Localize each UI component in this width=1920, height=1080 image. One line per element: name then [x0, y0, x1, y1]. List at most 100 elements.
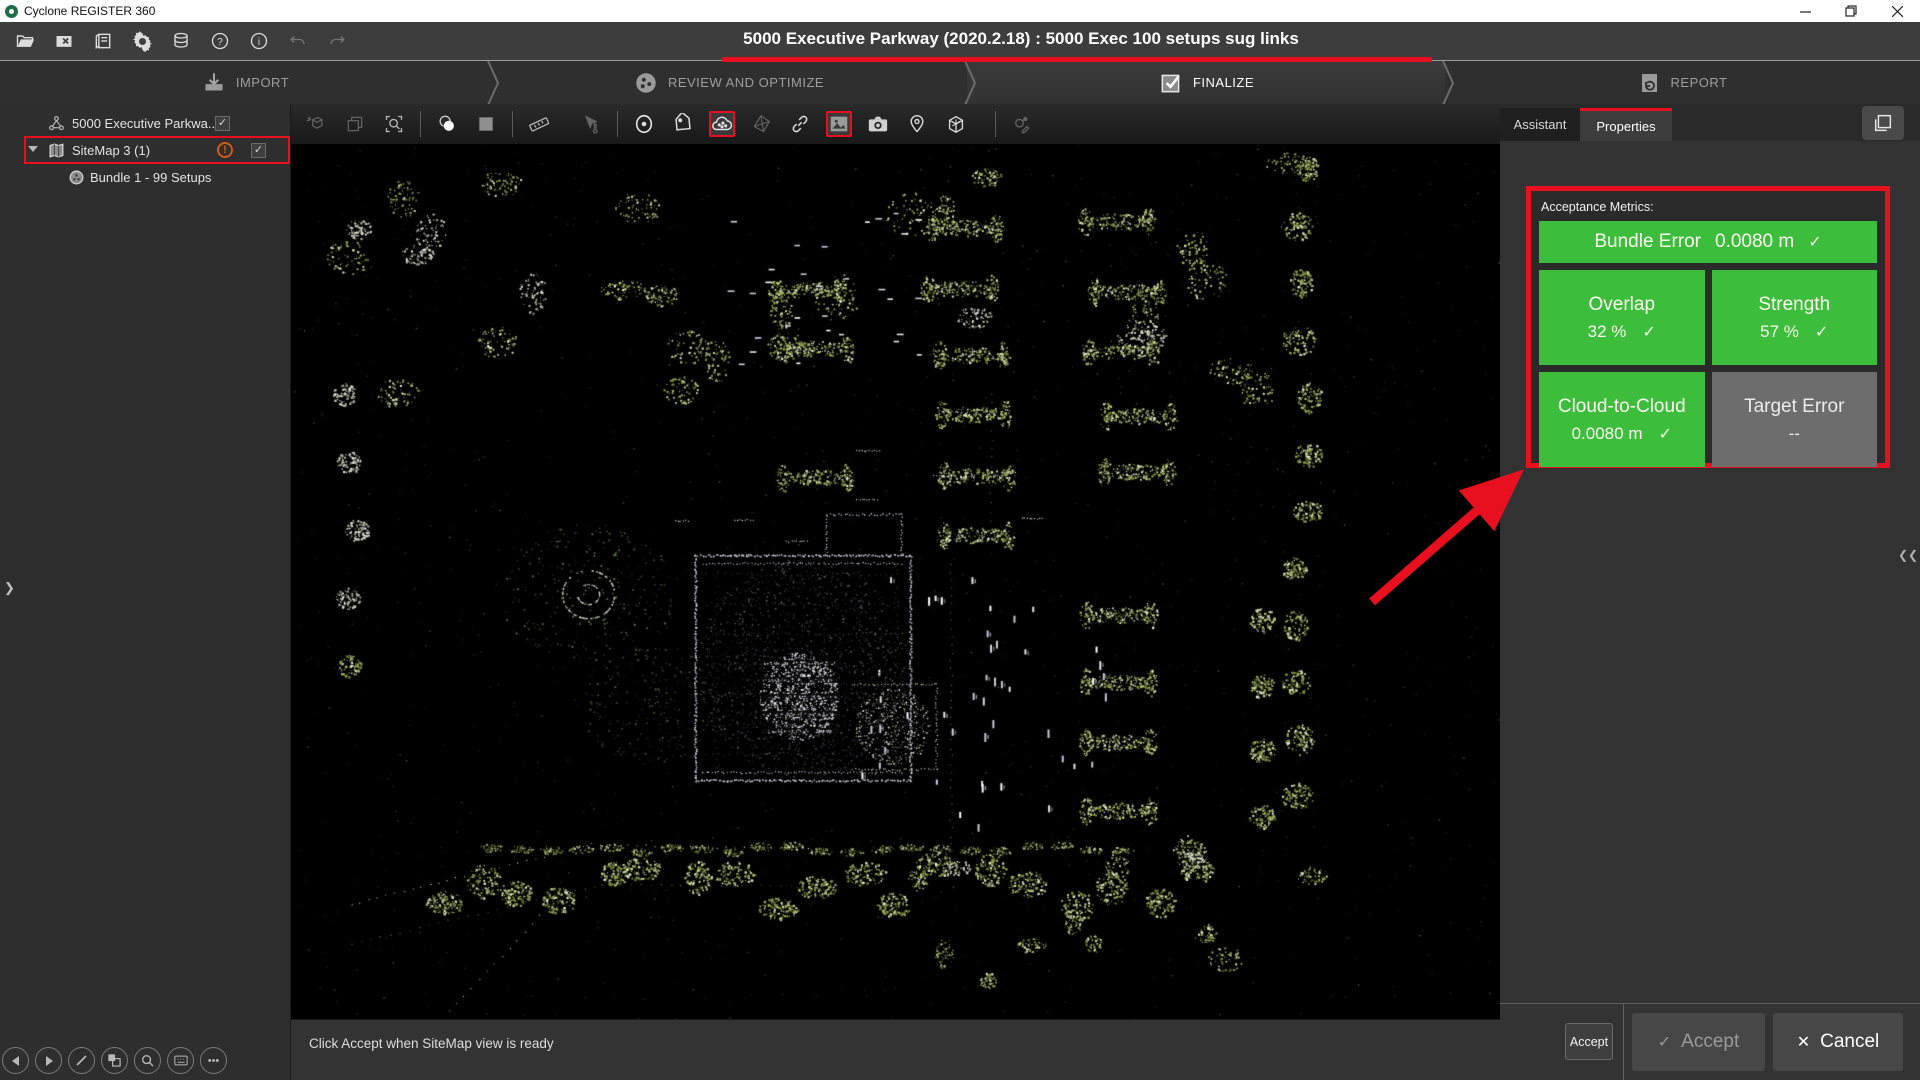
tree-item-label: 5000 Executive Parkwa...: [72, 116, 219, 131]
zoom-button[interactable]: [134, 1047, 161, 1074]
close-project-icon[interactable]: [53, 30, 75, 52]
pass-check-icon: ✓: [1642, 322, 1655, 342]
project-manager-icon[interactable]: [92, 30, 114, 52]
sitemap-viewport: Click Accept when SiteMap view is ready: [291, 104, 1500, 1080]
location-pin-icon[interactable]: [904, 111, 930, 137]
tab-separator: [486, 61, 500, 105]
geometry-icon[interactable]: [748, 111, 774, 137]
toolbar-separator: [617, 111, 618, 137]
strength-value: 57 %: [1760, 322, 1799, 342]
tab-import-label: IMPORT: [236, 75, 289, 90]
cloud-to-cloud-value: 0.0080 m: [1572, 424, 1643, 444]
next-button[interactable]: [35, 1047, 62, 1074]
tab-finalize[interactable]: FINALIZE: [967, 61, 1445, 104]
tab-review-optimize[interactable]: REVIEW AND OPTIMIZE: [490, 61, 967, 104]
finalize-icon: [1158, 70, 1184, 96]
storage-icon[interactable]: [170, 30, 192, 52]
cross-icon: ✕: [1797, 1032, 1810, 1052]
toolbar-separator: [512, 111, 513, 137]
target-icon[interactable]: [631, 111, 657, 137]
app-logo-icon: [5, 5, 18, 18]
pass-check-icon: ✓: [1658, 424, 1671, 444]
footer-divider: [1623, 1004, 1624, 1080]
bundle-error-value: 0.0080 m: [1715, 231, 1794, 253]
tree-collapse-caret[interactable]: [28, 146, 38, 152]
close-button[interactable]: [1874, 0, 1920, 22]
unregister-icon[interactable]: [303, 111, 329, 137]
title-bar: Cyclone REGISTER 360: [0, 0, 1920, 22]
point-cloud-canvas[interactable]: [291, 144, 1500, 1019]
main-toolbar: ? i 5000 Executive Parkway (2020.2.18) :…: [0, 22, 1920, 60]
tag-icon[interactable]: [670, 111, 696, 137]
point-cloud-icon[interactable]: [709, 111, 735, 137]
target-error-metric: Target Error --: [1712, 372, 1878, 467]
minimize-button[interactable]: [1782, 0, 1828, 22]
tab-properties[interactable]: Properties: [1580, 108, 1672, 141]
acceptance-metrics-annotation-box: Acceptance Metrics: Bundle Error 0.0080 …: [1526, 186, 1890, 468]
tab-finalize-label: FINALIZE: [1193, 75, 1254, 90]
fill-square-icon[interactable]: [473, 111, 499, 137]
accept-small-button[interactable]: Accept: [1565, 1023, 1613, 1060]
sitemap-nav-toolbar: •••: [2, 1047, 227, 1074]
undo-icon[interactable]: [287, 30, 309, 52]
warning-icon: !: [217, 142, 233, 158]
title-underline-annotation: [722, 57, 1432, 62]
strength-metric: Strength 57 % ✓: [1712, 270, 1878, 365]
layout-panels-button[interactable]: [1862, 106, 1904, 140]
tree-item-project[interactable]: 5000 Executive Parkwa... ✓: [0, 110, 291, 137]
toolbar-separator: [995, 111, 996, 137]
help-icon[interactable]: ?: [209, 30, 231, 52]
redo-icon[interactable]: [326, 30, 348, 52]
tree-item-bundle[interactable]: Bundle 1 - 99 Setups: [0, 164, 291, 191]
sidebar-collapse-handle[interactable]: ❯: [4, 580, 15, 596]
measure-icon[interactable]: [526, 111, 552, 137]
bundle-icon: [68, 169, 85, 191]
panel-collapse-handle[interactable]: ❮❮: [1898, 548, 1918, 562]
tree-item-checkbox[interactable]: ✓: [251, 143, 266, 158]
report-icon: [1638, 71, 1662, 95]
image-icon[interactable]: [826, 111, 852, 137]
tab-separator: [963, 61, 977, 105]
link-icon[interactable]: [787, 111, 813, 137]
draw-button[interactable]: [68, 1047, 95, 1074]
tab-separator: [1441, 61, 1455, 105]
tab-assistant[interactable]: Assistant: [1500, 108, 1580, 141]
check-icon: ✓: [1658, 1032, 1671, 1052]
overlap-metric: Overlap 32 % ✓: [1539, 270, 1705, 365]
info-icon[interactable]: i: [248, 30, 270, 52]
tree-item-checkbox[interactable]: ✓: [215, 116, 230, 131]
tree-item-sitemap[interactable]: SiteMap 3 (1) ! ✓: [0, 137, 291, 164]
pass-check-icon: ✓: [1815, 322, 1828, 342]
svg-text:?: ?: [217, 37, 223, 48]
panel-footer: Accept ✓ Accept ✕ Cancel: [1500, 1003, 1920, 1080]
temperature-cursor-icon[interactable]: [578, 111, 604, 137]
accept-button-label: Accept: [1681, 1031, 1739, 1053]
camera-icon[interactable]: [865, 111, 891, 137]
overlap-label: Overlap: [1588, 294, 1655, 316]
open-project-icon[interactable]: [14, 30, 36, 52]
strength-label: Strength: [1758, 294, 1830, 316]
contrast-icon[interactable]: [434, 111, 460, 137]
workflow-tab-bar: IMPORT REVIEW AND OPTIMIZE FINALIZE REPO…: [0, 60, 1920, 104]
previous-button[interactable]: [2, 1047, 29, 1074]
keyboard-button[interactable]: [167, 1047, 194, 1074]
settings-gear-icon[interactable]: [131, 30, 153, 52]
layout-button[interactable]: [101, 1047, 128, 1074]
overlap-value: 32 %: [1588, 322, 1627, 342]
sitemap-icon: [48, 142, 65, 164]
overlap-view-icon[interactable]: [342, 111, 368, 137]
tab-import[interactable]: IMPORT: [0, 61, 490, 104]
accept-button[interactable]: ✓ Accept: [1632, 1013, 1765, 1071]
panel-tab-bar: Assistant Properties: [1500, 104, 1920, 141]
cancel-button[interactable]: ✕ Cancel: [1773, 1013, 1903, 1071]
restore-button[interactable]: [1828, 0, 1874, 22]
tab-report-label: REPORT: [1671, 75, 1728, 90]
edit-node-icon[interactable]: [1009, 111, 1035, 137]
tree-item-label: Bundle 1 - 99 Setups: [90, 170, 211, 185]
bundle-error-metric: Bundle Error 0.0080 m ✓: [1539, 221, 1877, 263]
tab-report[interactable]: REPORT: [1445, 61, 1920, 104]
more-button[interactable]: •••: [200, 1047, 227, 1074]
zoom-region-icon[interactable]: [381, 111, 407, 137]
target-error-label: Target Error: [1744, 396, 1844, 418]
view-cube-icon[interactable]: [943, 111, 969, 137]
